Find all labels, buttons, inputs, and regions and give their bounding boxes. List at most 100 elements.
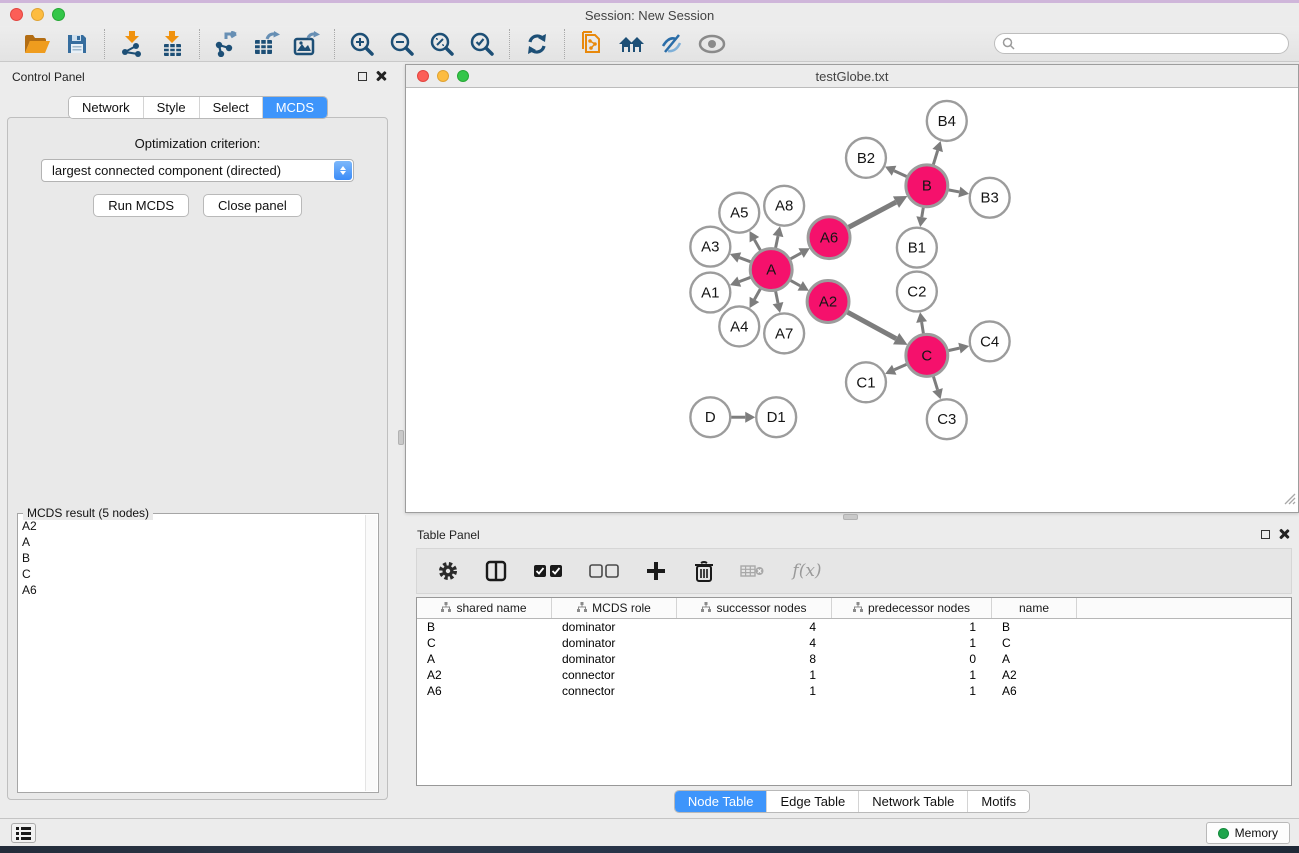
zoom-selected-icon[interactable] [467, 30, 497, 58]
table-row[interactable]: Bdominator41B [417, 619, 1291, 635]
tab-network-table[interactable]: Network Table [858, 791, 967, 812]
graph-edge-A-A6[interactable] [790, 253, 801, 259]
graph-edge-A-A8[interactable] [776, 236, 778, 248]
column-header-shared-name[interactable]: shared name [417, 598, 552, 618]
table-cell[interactable]: B [992, 619, 1077, 635]
graph-edge-B-B1[interactable] [922, 207, 924, 217]
table-cell[interactable]: 1 [832, 635, 992, 651]
table-cell[interactable]: dominator [552, 619, 677, 635]
graph-edge-A-A4[interactable] [754, 289, 760, 300]
search-input[interactable] [994, 33, 1289, 54]
graph-edge-C-C2[interactable] [922, 322, 924, 334]
zoom-fit-icon[interactable] [427, 30, 457, 58]
tab-mcds[interactable]: MCDS [262, 97, 327, 118]
network-canvas[interactable]: B4B2BB3A5A8A6A3B1AC2A1A2A4A7C4CC1C3DD1 [406, 89, 1298, 512]
table-cell[interactable]: connector [552, 667, 677, 683]
delete-column-trash-icon[interactable] [691, 558, 717, 584]
refresh-icon[interactable] [522, 30, 552, 58]
export-table-icon[interactable] [252, 30, 282, 58]
tab-select[interactable]: Select [199, 97, 262, 118]
zoom-out-icon[interactable] [387, 30, 417, 58]
graph-edge-A-A1[interactable] [739, 277, 750, 281]
mcds-result-item[interactable]: A [22, 534, 364, 550]
table-row[interactable]: Adominator80A [417, 651, 1291, 667]
tab-edge-table[interactable]: Edge Table [766, 791, 858, 812]
first-neighbors-icon[interactable] [617, 30, 647, 58]
close-panel-button[interactable]: Close panel [203, 194, 302, 217]
mcds-result-item[interactable]: B [22, 550, 364, 566]
export-network-icon[interactable] [212, 30, 242, 58]
function-builder-icon[interactable]: f(x) [787, 558, 827, 584]
criterion-select[interactable]: largest connected component (directed) [41, 159, 354, 182]
table-row[interactable]: Cdominator41C [417, 635, 1291, 651]
close-panel-icon[interactable] [376, 71, 386, 81]
graph-edge-B-B2[interactable] [894, 171, 907, 177]
mcds-result-item[interactable]: A6 [22, 582, 364, 598]
table-cell[interactable]: 1 [832, 683, 992, 699]
run-mcds-button[interactable]: Run MCDS [93, 194, 189, 217]
graph-edge-C-C1[interactable] [894, 364, 907, 370]
result-scrollbar[interactable] [365, 515, 377, 791]
table-cell[interactable]: A2 [417, 667, 552, 683]
copy-network-icon[interactable] [577, 30, 607, 58]
table-cell[interactable]: A [992, 651, 1077, 667]
window-resize-grip[interactable] [1282, 491, 1296, 510]
graph-edge-A2-C[interactable] [847, 312, 896, 339]
import-network-icon[interactable] [117, 30, 147, 58]
delete-table-icon[interactable] [739, 558, 765, 584]
column-header-name[interactable]: name [992, 598, 1077, 618]
close-table-panel-icon[interactable] [1279, 529, 1289, 539]
table-cell[interactable]: B [417, 619, 552, 635]
table-cell[interactable]: 8 [677, 651, 832, 667]
graph-edge-B-B4[interactable] [933, 150, 937, 164]
task-history-button[interactable] [11, 823, 36, 843]
graph-edge-C-C3[interactable] [933, 376, 937, 389]
graph-edge-B-B3[interactable] [948, 190, 959, 192]
vertical-split-handle[interactable] [398, 430, 404, 445]
column-header-MCDS-role[interactable]: MCDS role [552, 598, 677, 618]
deselect-all-columns-icon[interactable] [587, 558, 621, 584]
table-cell[interactable]: A2 [992, 667, 1077, 683]
mcds-result-item[interactable]: A2 [22, 518, 364, 534]
table-cell[interactable]: C [417, 635, 552, 651]
table-cell[interactable]: C [992, 635, 1077, 651]
mcds-result-item[interactable]: C [22, 566, 364, 582]
graph-edge-A-A2[interactable] [790, 280, 800, 286]
tab-style[interactable]: Style [143, 97, 199, 118]
memory-button[interactable]: Memory [1206, 822, 1290, 844]
graph-edge-A-A7[interactable] [776, 291, 778, 303]
column-header-predecessor-nodes[interactable]: predecessor nodes [832, 598, 992, 618]
table-row[interactable]: A6connector11A6 [417, 683, 1291, 699]
tab-node-table[interactable]: Node Table [675, 791, 767, 812]
column-header-successor-nodes[interactable]: successor nodes [677, 598, 832, 618]
table-cell[interactable]: 0 [832, 651, 992, 667]
select-all-columns-icon[interactable] [531, 558, 565, 584]
save-session-icon[interactable] [62, 30, 92, 58]
tab-motifs[interactable]: Motifs [967, 791, 1029, 812]
table-cell[interactable]: 4 [677, 635, 832, 651]
import-table-icon[interactable] [157, 30, 187, 58]
float-table-panel-icon[interactable] [1261, 530, 1270, 539]
table-settings-gear-icon[interactable] [435, 558, 461, 584]
node-table[interactable]: shared nameMCDS rolesuccessor nodesprede… [416, 597, 1292, 786]
table-cell[interactable]: A6 [992, 683, 1077, 699]
add-column-icon[interactable] [643, 558, 669, 584]
table-cell[interactable]: A6 [417, 683, 552, 699]
graph-edge-A-A3[interactable] [739, 258, 750, 262]
graph-edge-A-A5[interactable] [754, 240, 760, 251]
table-cell[interactable]: 4 [677, 619, 832, 635]
birds-eye-icon[interactable] [697, 30, 727, 58]
table-cell[interactable]: dominator [552, 651, 677, 667]
open-file-icon[interactable] [22, 30, 52, 58]
zoom-in-icon[interactable] [347, 30, 377, 58]
table-cell[interactable]: 1 [677, 667, 832, 683]
tab-network[interactable]: Network [69, 97, 143, 118]
table-cell[interactable]: A [417, 651, 552, 667]
table-cell[interactable]: 1 [677, 683, 832, 699]
hide-details-icon[interactable] [657, 30, 687, 58]
split-columns-icon[interactable] [483, 558, 509, 584]
graph-edge-A6-B[interactable] [848, 202, 896, 227]
table-row[interactable]: A2connector11A2 [417, 667, 1291, 683]
table-cell[interactable]: dominator [552, 635, 677, 651]
mcds-result-list[interactable]: A2ABCA6 [22, 518, 364, 790]
